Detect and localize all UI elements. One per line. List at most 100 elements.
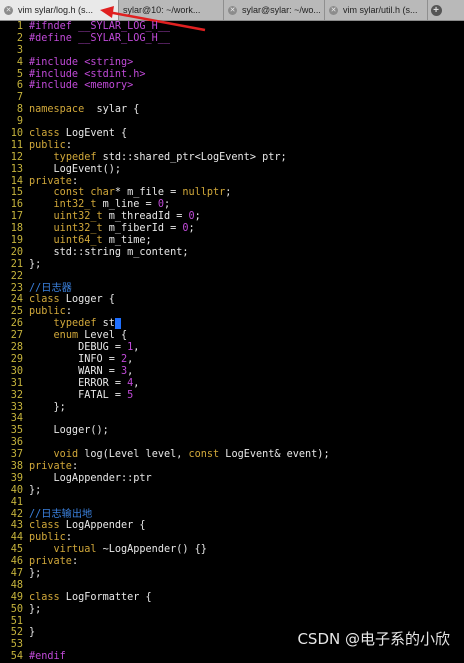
code-token: #include: [29, 80, 85, 92]
vim-editor[interactable]: 1 #ifndef __SYLAR_LOG_H__ 2 #define __SYLAR…: [0, 21, 464, 663]
code-text: typedef std::shared_ptr<LogEvent> ptr;: [29, 152, 287, 164]
code-token: virtual: [53, 544, 97, 556]
code-line: 5 #include <stdint.h>: [0, 69, 464, 81]
code-token: LogEvent();: [29, 163, 122, 175]
code-text: enum Level {: [29, 330, 128, 342]
code-token: :: [71, 556, 79, 568]
code-text: public:: [29, 140, 72, 152]
code-text: };: [29, 568, 41, 580]
line-number: 48: [10, 579, 23, 591]
code-text: int32_t m_line = 0;: [29, 199, 171, 211]
line-number: 3: [16, 44, 23, 56]
line-number: 13: [10, 163, 23, 175]
code-token: <memory>: [84, 80, 134, 92]
code-token: :: [65, 306, 72, 318]
code-token: };: [29, 603, 42, 615]
line-number: 54: [10, 651, 23, 663]
line-number: 20: [10, 246, 23, 258]
code-token: class: [29, 294, 60, 306]
code-text: public:: [29, 532, 72, 544]
code-token: LogEvent {: [59, 128, 128, 140]
code-text: const char* m_file = nullptr;: [29, 187, 232, 199]
code-text: #include <string>: [29, 57, 133, 69]
code-text: };: [29, 485, 41, 497]
code-token: }: [29, 627, 36, 639]
code-line: 41: [0, 497, 464, 509]
line-number: 45: [10, 544, 23, 556]
code-text: DEBUG = 1,: [29, 342, 139, 354]
code-token: Logger();: [29, 425, 109, 437]
code-text: namespace sylar {: [29, 104, 139, 116]
code-line: 19 uint64_t m_time;: [0, 235, 464, 247]
tab-vim-log-h[interactable]: ✕ vim sylar/log.h (s...: [0, 0, 119, 20]
code-text: class Logger {: [29, 294, 115, 306]
code-line: 25 public:: [0, 306, 464, 318]
code-token: private: [29, 175, 72, 187]
code-line: 3: [0, 45, 464, 57]
code-text: INFO = 2,: [29, 354, 133, 366]
code-text: WARN = 3,: [29, 366, 133, 378]
code-token: <stdint.h>: [84, 68, 146, 80]
code-text: uint32_t m_threadId = 0;: [29, 211, 201, 223]
code-text: #endif: [29, 651, 66, 663]
close-icon[interactable]: ✕: [329, 5, 338, 15]
tab-sylar-10[interactable]: sylar@10: ~/work...: [119, 0, 224, 20]
line-number: 22: [10, 270, 23, 282]
line-number: 33: [10, 401, 23, 413]
tab-vim-util-h[interactable]: ✕ vim sylar/util.h (s...: [325, 0, 428, 20]
line-number: 14: [10, 175, 23, 187]
tab-sylar-sylar[interactable]: ✕ sylar@sylar: ~/wo...: [224, 0, 325, 20]
line-number: 5: [16, 68, 23, 80]
code-token: m_fiberId =: [102, 223, 183, 235]
code-token: };: [29, 401, 66, 413]
code-line: 48: [0, 580, 464, 592]
code-token: FATAL =: [29, 389, 128, 401]
code-line: 16 int32_t m_line = 0;: [0, 199, 464, 211]
tab-label: sylar@10: ~/work...: [123, 5, 201, 15]
line-number: 23: [10, 282, 23, 294]
code-token: class: [29, 591, 60, 603]
code-text: class LogEvent {: [29, 128, 127, 140]
new-tab-button[interactable]: +: [428, 0, 444, 20]
code-text: class LogAppender {: [29, 520, 146, 532]
code-token: ERROR =: [29, 377, 128, 389]
code-token: private: [29, 556, 72, 568]
code-line: 7: [0, 92, 464, 104]
code-token: public: [29, 139, 66, 151]
code-token: uint32_t: [53, 223, 103, 235]
close-icon[interactable]: ✕: [4, 5, 13, 15]
code-token: //日志器: [29, 282, 72, 294]
code-line: 44 public:: [0, 532, 464, 544]
code-token: };: [29, 484, 42, 496]
line-number: 46: [10, 556, 23, 568]
line-number: 38: [10, 460, 23, 472]
code-line: 47};: [0, 568, 464, 580]
code-line: 21};: [0, 259, 464, 271]
code-line: 12 typedef std::shared_ptr<LogEvent> ptr…: [0, 152, 464, 164]
code-line: 9: [0, 116, 464, 128]
line-number: 31: [10, 377, 23, 389]
code-token: std::string m_content;: [29, 246, 189, 258]
line-number: 43: [10, 520, 23, 532]
code-token: ,: [133, 342, 140, 354]
line-number: 21: [10, 258, 23, 270]
code-text: uint32_t m_fiberId = 0;: [29, 223, 195, 235]
code-line: 1 #ifndef __SYLAR_LOG_H__: [0, 21, 464, 33]
code-token: :: [65, 139, 72, 151]
line-number: 1: [16, 21, 23, 32]
code-text: FATAL = 5: [29, 390, 133, 402]
close-icon[interactable]: ✕: [228, 5, 237, 15]
code-token: //日志输出地: [29, 508, 93, 520]
code-token: sylar {: [84, 104, 140, 116]
code-token: ~LogAppender() {}: [96, 544, 207, 556]
code-line: 20 std::string m_content;: [0, 247, 464, 259]
plus-icon: +: [430, 4, 442, 16]
code-token: };: [29, 258, 42, 270]
code-line: 23 //日志器: [0, 283, 464, 295]
code-line: 40};: [0, 485, 464, 497]
code-text: LogEvent();: [29, 164, 121, 176]
